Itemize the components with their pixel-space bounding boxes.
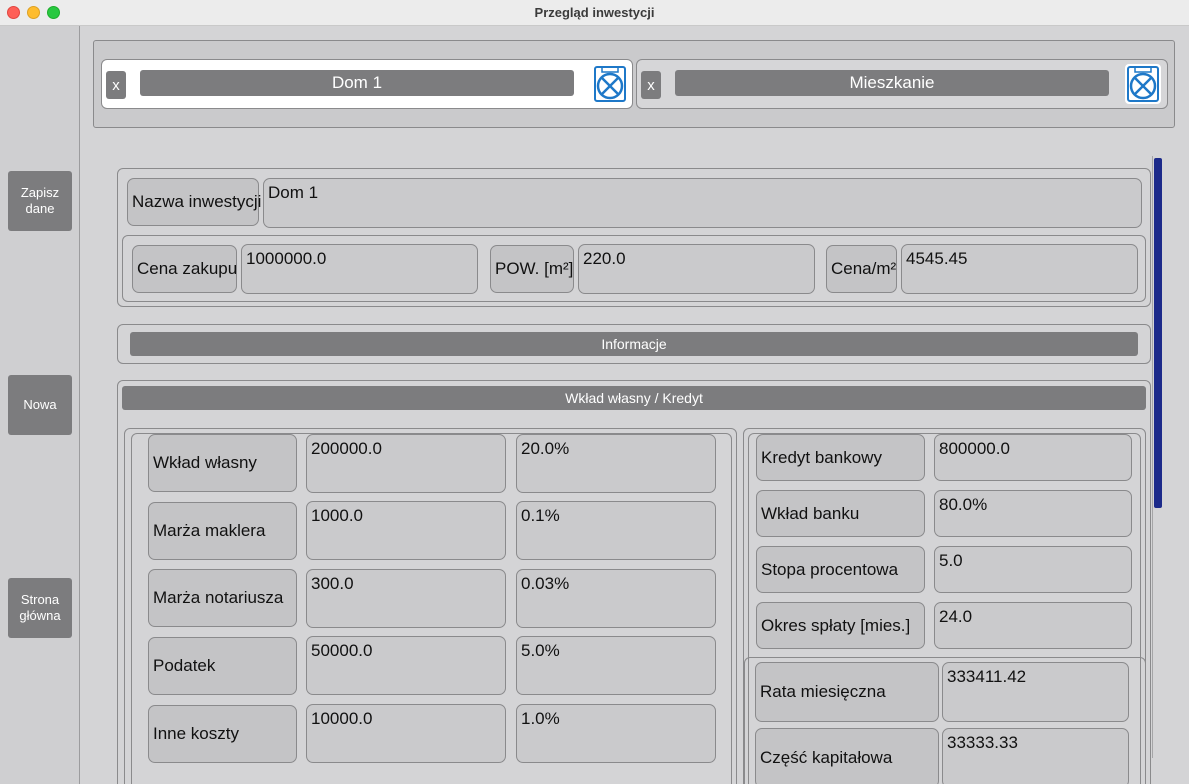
tab-delete-icon[interactable] [592,64,628,104]
own-contribution-group: Wkład własny 200000.0 20.0% Marża makler… [124,428,737,784]
monthly-installment-label: Rata miesięczna [755,662,939,722]
home-page-button[interactable]: Strona główna [8,578,72,638]
information-header-bar[interactable]: Informacje [130,332,1138,356]
broker-fee-amount-field[interactable]: 1000.0 [306,501,506,560]
tab-close-x-button[interactable]: x [106,71,126,99]
credit-group: Kredyt bankowy 800000.0 Wkład banku 80.0… [743,428,1146,784]
credit-inner: Kredyt bankowy 800000.0 Wkład banku 80.0… [744,433,1146,784]
monthly-installment-field[interactable]: 333411.42 [942,662,1129,722]
own-contribution-percent-field[interactable]: 20.0% [516,434,716,493]
broker-fee-label: Marża maklera [148,502,297,560]
notary-fee-label: Marża notariusza [148,569,297,627]
tax-label: Podatek [148,637,297,695]
capital-part-field[interactable]: 33333.33 [942,728,1129,784]
broker-fee-percent-field[interactable]: 0.1% [516,501,716,560]
tab-title[interactable]: Dom 1 [140,70,574,96]
window-titlebar: Przegląd inwestycji [0,0,1189,26]
repayment-period-label: Okres spłaty [mies.] [756,602,925,649]
other-costs-amount-field[interactable]: 10000.0 [306,704,506,763]
own-contribution-label: Wkład własny [148,434,297,492]
bank-share-label: Wkład banku [756,490,925,537]
bank-share-field[interactable]: 80.0% [934,490,1132,537]
own-contribution-amount-field[interactable]: 200000.0 [306,434,506,493]
interest-rate-label: Stopa procentowa [756,546,925,593]
main-panel: x Dom 1 x Mieszkanie Nazwa inwestycji Do… [81,26,1189,784]
tab-title[interactable]: Mieszkanie [675,70,1109,96]
price-per-m2-field[interactable]: 4545.45 [901,244,1138,294]
bank-loan-field[interactable]: 800000.0 [934,434,1132,481]
interest-rate-field[interactable]: 5.0 [934,546,1132,593]
purchase-price-field[interactable]: 1000000.0 [241,244,478,294]
tab-delete-icon[interactable] [1125,64,1161,104]
equity-credit-header-bar[interactable]: Wkład własny / Kredyt [122,386,1146,410]
bank-loan-label: Kredyt bankowy [756,434,925,481]
price-per-m2-label: Cena/m² [826,245,897,293]
tab-dom-1[interactable]: x Dom 1 [101,59,633,109]
investment-name-label: Nazwa inwestycji [127,178,261,226]
purchase-price-label: Cena zakupu [132,245,237,293]
vertical-scrollbar[interactable] [1154,158,1162,508]
other-costs-percent-field[interactable]: 1.0% [516,704,716,763]
area-label: POW. [m²] [490,245,574,293]
own-contribution-inner: Wkład własny 200000.0 20.0% Marża makler… [131,433,732,784]
investment-details-scroll-area: Nazwa inwestycji Dom 1 Cena zakupu 10000… [81,156,1189,784]
equity-credit-group: Wkład własny / Kredyt Wkład własny 20000… [117,380,1151,784]
save-data-button[interactable]: Zapisz dane [8,171,72,231]
notary-fee-amount-field[interactable]: 300.0 [306,569,506,628]
other-costs-label: Inne koszty [148,705,297,763]
information-group: Informacje [117,324,1151,364]
capital-part-label: Część kapitałowa [755,728,939,784]
scroll-track [1152,156,1153,758]
area-field[interactable]: 220.0 [578,244,815,294]
investment-name-field[interactable]: Dom 1 [263,178,1142,228]
price-area-group: Cena zakupu 1000000.0 POW. [m²] 220.0 Ce… [122,235,1146,302]
investment-tab-bar: x Dom 1 x Mieszkanie [93,40,1175,128]
new-investment-button[interactable]: Nowa [8,375,72,435]
tax-amount-field[interactable]: 50000.0 [306,636,506,695]
sidebar: Zapisz dane Nowa Strona główna [0,26,80,784]
tab-mieszkanie[interactable]: x Mieszkanie [636,59,1168,109]
tab-close-x-button[interactable]: x [641,71,661,99]
window-title: Przegląd inwestycji [534,5,655,20]
notary-fee-percent-field[interactable]: 0.03% [516,569,716,628]
installment-group: Rata miesięczna 333411.42 Część kapitało… [744,657,1146,784]
repayment-period-field[interactable]: 24.0 [934,602,1132,649]
tax-percent-field[interactable]: 5.0% [516,636,716,695]
investment-basics-group: Nazwa inwestycji Dom 1 Cena zakupu 10000… [117,168,1151,307]
